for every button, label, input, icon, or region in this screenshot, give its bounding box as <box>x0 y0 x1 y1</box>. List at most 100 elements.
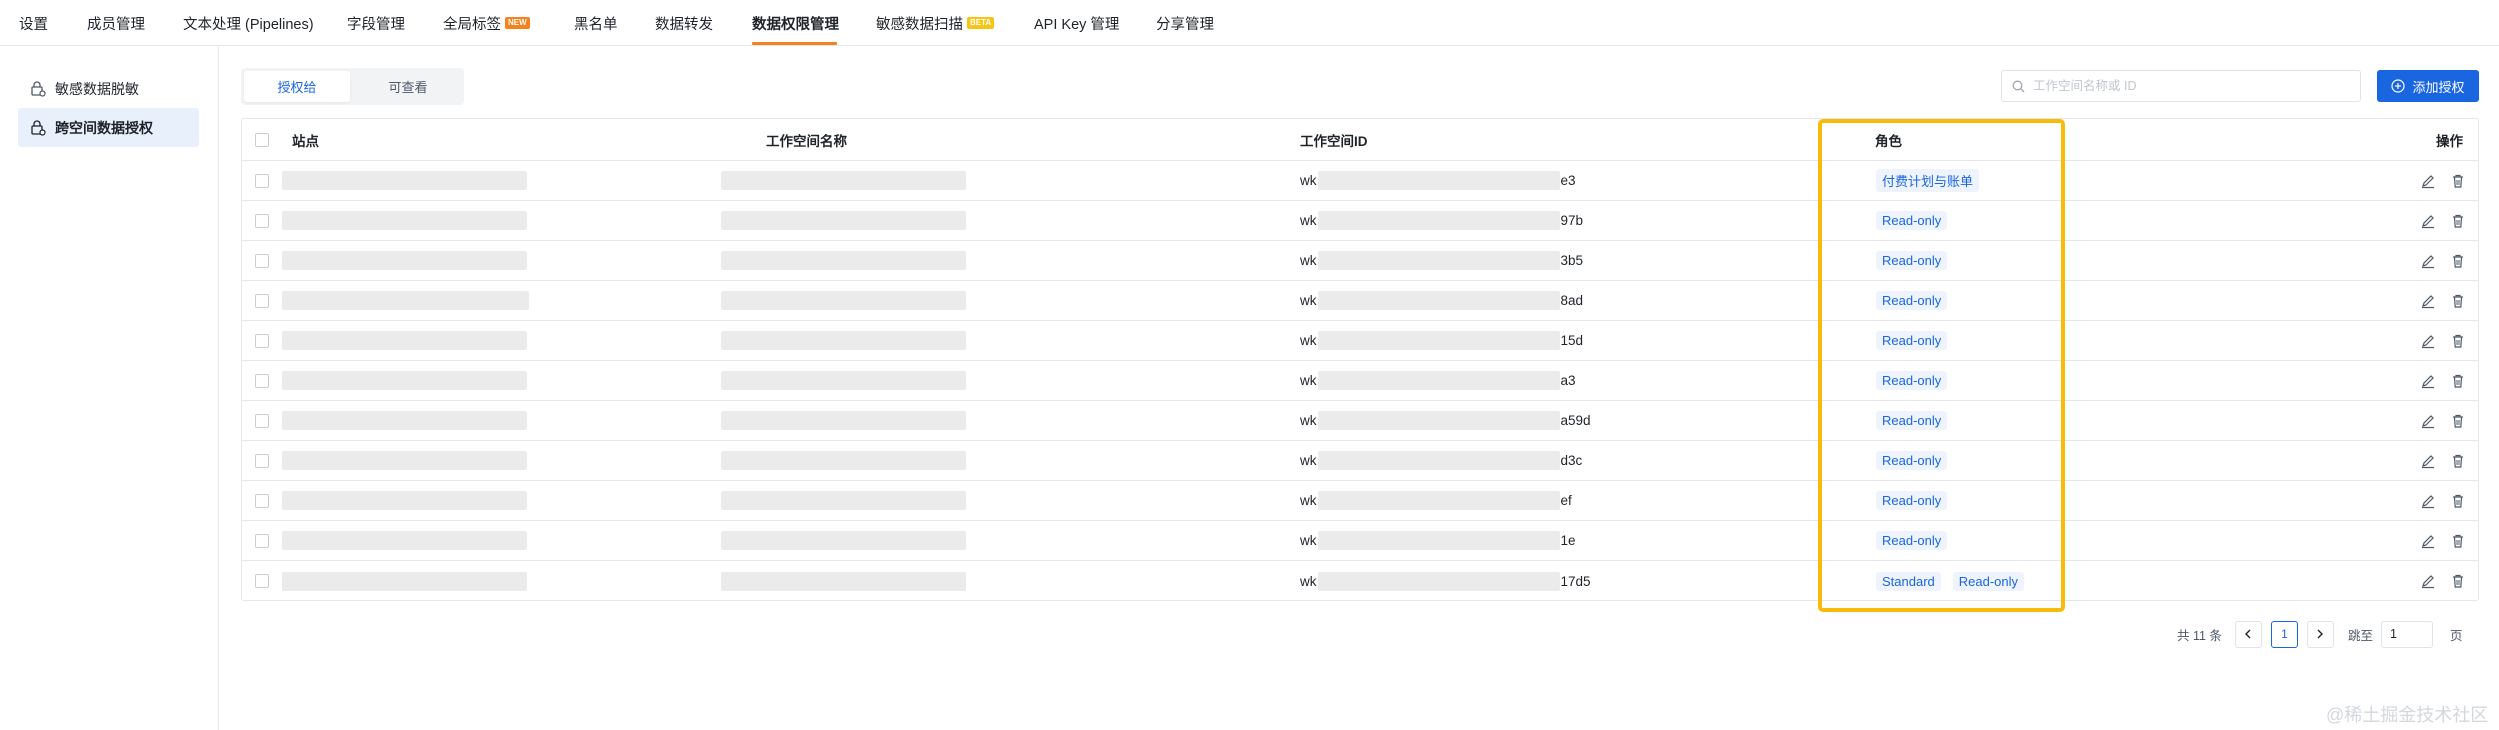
search-box[interactable] <box>2001 70 2361 102</box>
row-checkbox[interactable] <box>255 333 269 348</box>
prev-page-button[interactable] <box>2234 620 2262 648</box>
nav-tab-members[interactable]: 成员管理 <box>87 13 145 34</box>
role-cell: Read-only <box>1876 201 1959 240</box>
workspace-id-cell: wk ef <box>1300 481 1572 520</box>
delete-icon[interactable] <box>2450 493 2466 509</box>
delete-icon[interactable] <box>2450 333 2466 349</box>
add-authorization-button[interactable]: 添加授权 <box>2377 70 2479 102</box>
table-row: wk 97b Read-only <box>242 201 2478 241</box>
row-checkbox-cell[interactable] <box>255 361 269 400</box>
nav-tab-api-key[interactable]: API Key 管理 <box>1034 13 1119 34</box>
redacted-workspace-name <box>721 491 966 510</box>
edit-icon[interactable] <box>2420 173 2436 189</box>
workspace-id-prefix: wk <box>1300 493 1317 508</box>
search-input[interactable] <box>2033 79 2333 93</box>
site-cell <box>282 281 529 320</box>
row-checkbox-cell[interactable] <box>255 161 269 200</box>
edit-icon[interactable] <box>2420 573 2436 589</box>
sidebar: 敏感数据脱敏 跨空间数据授权 <box>0 47 219 730</box>
edit-icon[interactable] <box>2420 533 2436 549</box>
row-checkbox[interactable] <box>255 253 269 268</box>
edit-icon[interactable] <box>2420 453 2436 469</box>
nav-tab-blacklist[interactable]: 黑名单 <box>574 13 618 34</box>
edit-icon[interactable] <box>2420 493 2436 509</box>
row-checkbox-cell[interactable] <box>255 481 269 520</box>
tab-can-view[interactable]: 可查看 <box>355 71 461 102</box>
workspace-id-cell: wk 17d5 <box>1300 561 1591 601</box>
row-checkbox-cell[interactable] <box>255 441 269 480</box>
column-header-workspace-name: 工作空间名称 <box>766 133 847 149</box>
row-checkbox[interactable] <box>255 173 269 188</box>
edit-icon[interactable] <box>2420 213 2436 229</box>
delete-icon[interactable] <box>2450 573 2466 589</box>
row-checkbox-cell[interactable] <box>255 241 269 280</box>
delete-icon[interactable] <box>2450 413 2466 429</box>
next-page-button[interactable] <box>2306 620 2334 648</box>
column-header-workspace-id: 工作空间ID <box>1300 133 1368 149</box>
row-checkbox[interactable] <box>255 453 269 468</box>
row-checkbox[interactable] <box>255 293 269 308</box>
row-checkbox[interactable] <box>255 413 269 428</box>
column-header-role: 角色 <box>1875 133 1902 149</box>
redacted-workspace-id <box>1317 531 1560 550</box>
workspace-name-cell <box>721 521 966 560</box>
redacted-workspace-id <box>1317 171 1560 190</box>
tab-grant-to[interactable]: 授权给 <box>244 71 350 102</box>
delete-icon[interactable] <box>2450 253 2466 269</box>
delete-icon[interactable] <box>2450 293 2466 309</box>
nav-tab-pipelines[interactable]: 文本处理 (Pipelines) <box>183 13 314 34</box>
segment-tabs: 授权给 可查看 <box>241 68 464 105</box>
nav-tab-global-tags[interactable]: 全局标签 NEW <box>443 13 530 34</box>
row-checkbox-cell[interactable] <box>255 521 269 560</box>
edit-icon[interactable] <box>2420 333 2436 349</box>
delete-icon[interactable] <box>2450 173 2466 189</box>
page-button-current[interactable]: 1 <box>2270 620 2298 648</box>
edit-icon[interactable] <box>2420 253 2436 269</box>
delete-icon[interactable] <box>2450 213 2466 229</box>
edit-icon[interactable] <box>2420 373 2436 389</box>
workspace-id-suffix: 15d <box>1560 333 1584 348</box>
column-header-site: 站点 <box>292 133 319 149</box>
workspace-name-cell <box>721 281 966 320</box>
workspace-id-cell: wk 15d <box>1300 321 1583 360</box>
workspace-name-cell <box>721 241 966 280</box>
delete-icon[interactable] <box>2450 453 2466 469</box>
nav-tab-share[interactable]: 分享管理 <box>1156 13 1214 34</box>
row-checkbox-cell[interactable] <box>255 281 269 320</box>
nav-tab-settings[interactable]: 设置 <box>19 13 48 34</box>
row-checkbox[interactable] <box>255 493 269 508</box>
row-checkbox[interactable] <box>255 533 269 548</box>
role-tag: Read-only <box>1876 371 1948 390</box>
nav-tab-fields[interactable]: 字段管理 <box>347 13 405 34</box>
workspace-id-prefix: wk <box>1300 333 1317 348</box>
row-checkbox-cell[interactable] <box>255 321 269 360</box>
sidebar-item-sensitive-masking[interactable]: 敏感数据脱敏 <box>18 69 199 108</box>
row-checkbox[interactable] <box>255 373 269 388</box>
delete-icon[interactable] <box>2450 533 2466 549</box>
select-all-checkbox[interactable] <box>255 132 269 147</box>
edit-icon[interactable] <box>2420 413 2436 429</box>
row-checkbox[interactable] <box>255 213 269 228</box>
nav-tab-data-permissions[interactable]: 数据权限管理 <box>752 13 839 34</box>
select-all-checkbox-cell[interactable] <box>255 119 269 160</box>
workspace-id-suffix: e3 <box>1560 173 1576 188</box>
redacted-site <box>282 371 527 390</box>
sidebar-item-cross-workspace-auth[interactable]: 跨空间数据授权 <box>18 108 199 147</box>
role-tag: Read-only <box>1876 331 1948 350</box>
actions-cell <box>2406 161 2466 200</box>
jump-to-page-input[interactable] <box>2380 620 2433 648</box>
role-tag: Standard <box>1876 571 1941 591</box>
row-checkbox-cell[interactable] <box>255 201 269 240</box>
edit-icon[interactable] <box>2420 293 2436 309</box>
site-cell <box>282 481 527 520</box>
row-checkbox[interactable] <box>255 574 269 588</box>
nav-tab-sensitive-scan[interactable]: 敏感数据扫描 BETA <box>876 13 995 34</box>
role-tag: Read-only <box>1876 451 1948 470</box>
nav-tab-label: 数据权限管理 <box>752 17 839 33</box>
workspace-name-cell <box>721 561 966 601</box>
row-checkbox-cell[interactable] <box>255 401 269 440</box>
delete-icon[interactable] <box>2450 373 2466 389</box>
nav-tab-data-forwarding[interactable]: 数据转发 <box>655 13 713 34</box>
row-checkbox-cell[interactable] <box>255 561 269 601</box>
nav-tab-label: 黑名单 <box>574 17 618 33</box>
